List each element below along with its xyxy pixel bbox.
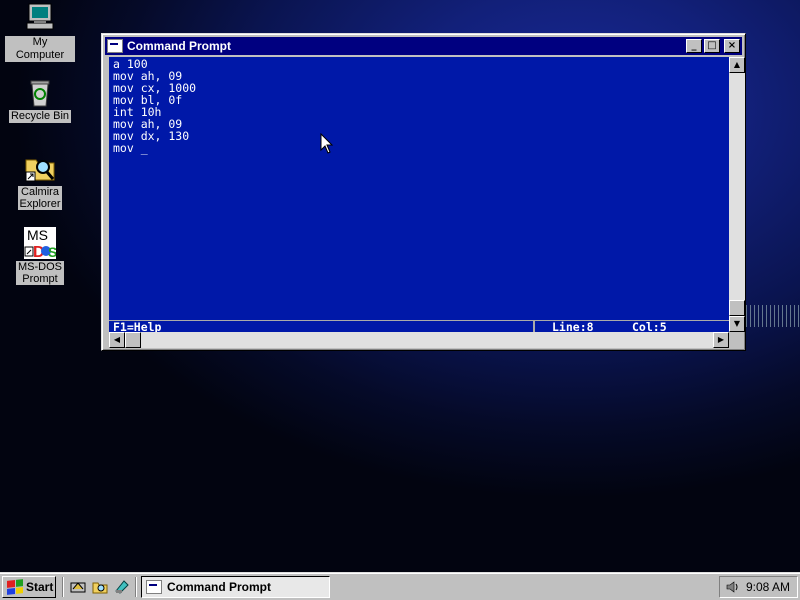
- editor-status-bar: F1=Help Line:8 Col:5: [109, 320, 729, 333]
- screen-artifact: [746, 305, 800, 327]
- taskbar-divider: [62, 577, 64, 597]
- horizontal-scrollbar[interactable]: ◀ ▶: [109, 332, 729, 348]
- computer-icon: [24, 2, 56, 34]
- windows-flag-icon: [7, 579, 23, 595]
- console-line: mov bl, 0f: [113, 93, 183, 107]
- speaker-icon[interactable]: [726, 580, 740, 594]
- recycle-bin-icon: [24, 76, 56, 108]
- desktop-icon-label: MS-DOS Prompt: [16, 261, 64, 285]
- maximize-button[interactable]: □: [704, 39, 720, 53]
- system-tray: 9:08 AM: [719, 576, 798, 598]
- scroll-right-button[interactable]: ▶: [713, 332, 729, 348]
- console-line: a 100: [113, 57, 148, 71]
- desktop-icon-label: Calmira Explorer: [17, 186, 63, 210]
- msdos-icon: MS D S: [24, 227, 57, 261]
- explorer-icon: [24, 152, 56, 184]
- minimize-button[interactable]: _: [686, 39, 702, 53]
- label-line-2: Explorer: [19, 198, 61, 210]
- taskbar-button-label: Command Prompt: [167, 580, 272, 594]
- label-line-2: Prompt: [22, 273, 58, 285]
- start-label: Start: [26, 580, 54, 594]
- quicklaunch-desktop-icon[interactable]: [70, 579, 86, 595]
- scroll-up-button[interactable]: ▲: [729, 57, 745, 73]
- window-icon[interactable]: [107, 39, 123, 53]
- label-line-1: MS-DOS: [18, 261, 62, 273]
- start-button[interactable]: Start: [2, 576, 56, 598]
- console-line: mov cx, 1000: [113, 81, 197, 95]
- quicklaunch-terminal-icon[interactable]: [114, 579, 130, 595]
- vertical-scrollbar[interactable]: ▲ ▼: [729, 57, 745, 332]
- svg-text:S: S: [48, 244, 56, 259]
- scroll-left-button[interactable]: ◀: [109, 332, 125, 348]
- taskbar-divider: [135, 577, 137, 597]
- console-line: mov ah, 09: [113, 69, 183, 83]
- desktop-icon-label: My Computer: [5, 36, 75, 62]
- desktop-icon-calmira-explorer[interactable]: Calmira Explorer: [5, 152, 75, 210]
- desktop-icon-label: Recycle Bin: [8, 110, 72, 123]
- vertical-scroll-thumb[interactable]: [729, 300, 745, 316]
- console-area[interactable]: a 100 mov ah, 09 mov cx, 1000 mov bl, 0f…: [109, 57, 729, 332]
- command-prompt-window[interactable]: Command Prompt _ □ × a 100 mov ah, 09 mo…: [101, 33, 746, 351]
- close-button[interactable]: ×: [724, 39, 740, 53]
- desktop-icon-recycle-bin[interactable]: Recycle Bin: [5, 76, 75, 123]
- svg-text:MS: MS: [27, 227, 48, 243]
- mouse-cursor-icon: [320, 133, 334, 154]
- console-line: mov ah, 09: [113, 117, 183, 131]
- desktop-icon-msdos-prompt[interactable]: MS D S MS-DOS Prompt: [5, 227, 75, 285]
- command-prompt-icon: [146, 580, 162, 594]
- horizontal-scroll-thumb[interactable]: [125, 332, 141, 348]
- taskbar: Start Command Prompt 9:08 AM: [0, 572, 800, 600]
- window-title: Command Prompt: [127, 39, 232, 53]
- desktop-icon-my-computer[interactable]: My Computer: [5, 2, 75, 62]
- console-line: mov _: [113, 141, 148, 155]
- label-line-1: Calmira: [21, 186, 59, 198]
- quicklaunch-explorer-icon[interactable]: [92, 579, 108, 595]
- clock[interactable]: 9:08 AM: [746, 580, 790, 594]
- console-line: int 10h: [113, 105, 162, 119]
- taskbar-button-command-prompt[interactable]: Command Prompt: [141, 576, 330, 598]
- console-line: mov dx, 130: [113, 129, 190, 143]
- title-bar[interactable]: Command Prompt _ □ ×: [105, 37, 742, 55]
- scroll-down-button[interactable]: ▼: [729, 316, 745, 332]
